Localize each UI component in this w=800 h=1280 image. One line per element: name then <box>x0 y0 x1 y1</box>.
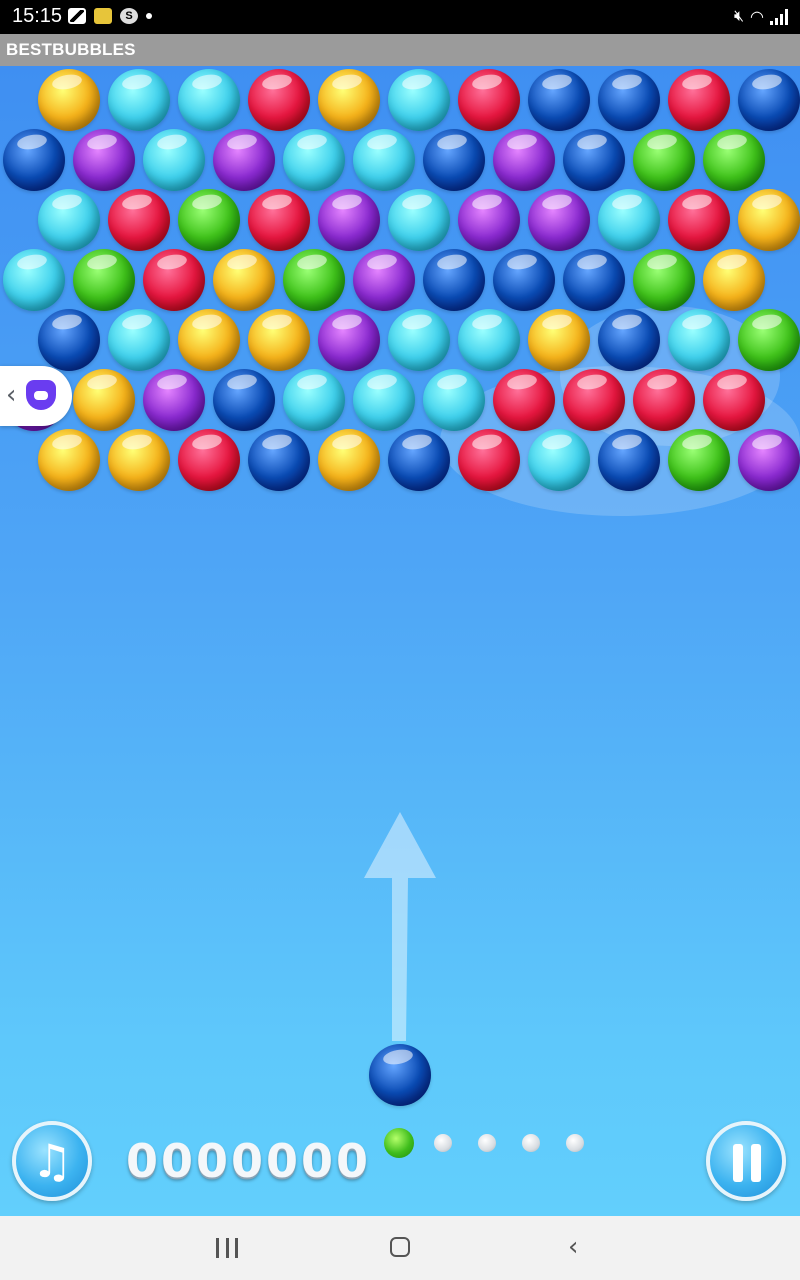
app-title: BESTBUBBLES <box>6 40 136 59</box>
s-coin-icon: S <box>120 8 138 24</box>
music-note-icon: ♫ <box>31 1134 73 1188</box>
score-counter: 0000000 <box>126 1134 372 1188</box>
notification-icons: S <box>68 8 152 24</box>
gallery-icon <box>68 8 86 24</box>
shooter-bubble[interactable] <box>369 1044 431 1106</box>
wifi-icon: ◠ <box>750 9 764 26</box>
progress-dot-empty <box>522 1134 540 1152</box>
progress-dot-empty <box>478 1134 496 1152</box>
app-notification-icon <box>94 8 112 24</box>
signal-icon <box>770 9 788 25</box>
progress-dot-empty <box>566 1134 584 1152</box>
chevron-left-icon: ‹ <box>6 380 17 410</box>
more-notifications-icon <box>146 13 152 19</box>
navigation-bar: ‹ <box>0 1216 800 1280</box>
music-button[interactable]: ♫ <box>12 1121 92 1201</box>
back-button[interactable]: ‹ <box>568 1232 578 1262</box>
status-bar: 15:15 S 🔇︎ ◠ <box>0 0 800 34</box>
shot-progress <box>384 1128 594 1160</box>
cat-assistant-icon <box>26 380 56 410</box>
floating-assistant-tab[interactable]: ‹ <box>0 366 72 426</box>
recents-button[interactable] <box>216 1238 238 1258</box>
game-board[interactable]: ♫ 0000000 <box>0 66 800 1216</box>
status-time: 15:15 <box>12 5 63 27</box>
progress-dot-empty <box>434 1134 452 1152</box>
system-icons: 🔇︎ ◠ <box>734 7 788 27</box>
pause-button[interactable] <box>706 1121 786 1201</box>
mute-icon: 🔇︎ <box>733 8 745 25</box>
pause-icon <box>733 1144 761 1182</box>
home-button[interactable] <box>390 1237 410 1257</box>
progress-dot-filled <box>384 1128 414 1158</box>
app-title-bar: BESTBUBBLES <box>0 34 800 66</box>
